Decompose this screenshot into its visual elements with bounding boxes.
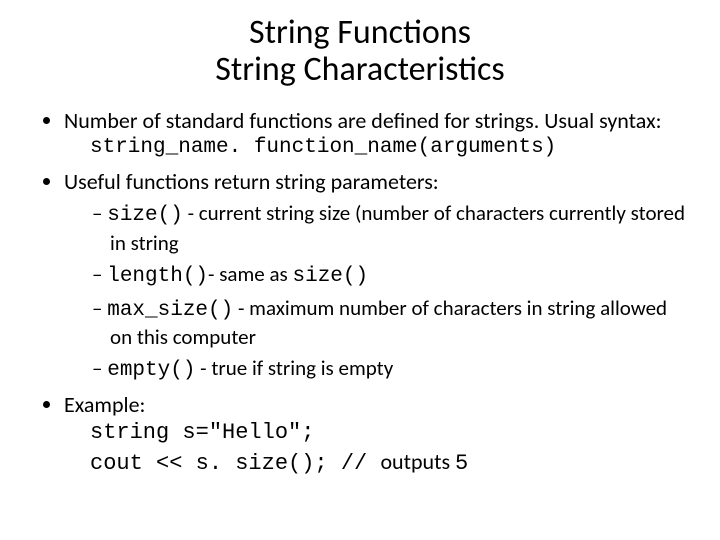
bullet-3-text: Example: [64, 391, 145, 418]
sub-2-mid: - same as [208, 261, 292, 287]
bullet-1-text: Number of standard functions are defined… [64, 107, 661, 134]
example-line-2c: 5 [455, 451, 468, 476]
sub-1: size() - current string size (number of … [92, 200, 690, 257]
bullet-2-text: Useful functions return string parameter… [64, 168, 439, 195]
sub-2-code: length() [107, 265, 208, 288]
example-line-2b: outputs [380, 448, 455, 475]
bullet-1-syntax: string_name. function_name(arguments) [64, 135, 690, 162]
bullet-3: Example: string s="Hello"; cout << s. si… [64, 391, 690, 477]
example-line-2a: cout << s. size(); // [90, 451, 380, 476]
sub-2-code2: size() [293, 265, 369, 288]
bullet-1: Number of standard functions are defined… [64, 107, 690, 162]
sub-3: max_size() - maximum number of character… [92, 295, 690, 352]
sub-1-rest: - current string size (number of charact… [110, 200, 685, 256]
bullet-2: Useful functions return string parameter… [64, 168, 690, 385]
slide: String Functions String Characteristics … [0, 0, 720, 540]
sub-1-code: size() [107, 204, 183, 227]
sub-4-rest: - true if string is empty [195, 355, 393, 381]
bullet-list: Number of standard functions are defined… [30, 107, 690, 478]
sub-3-code: max_size() [107, 299, 233, 322]
title-line-2: String Characteristics [215, 49, 504, 90]
sub-list: size() - current string size (number of … [64, 200, 690, 385]
example-line-1: string s="Hello"; [64, 419, 690, 447]
sub-4: empty() - true if string is empty [92, 355, 690, 385]
sub-4-code: empty() [107, 359, 195, 382]
example-line-2: cout << s. size(); // outputs 5 [64, 448, 690, 478]
sub-2: length()- same as size() [92, 261, 690, 291]
slide-title: String Functions String Characteristics [30, 14, 690, 89]
title-line-1: String Functions [249, 12, 471, 53]
